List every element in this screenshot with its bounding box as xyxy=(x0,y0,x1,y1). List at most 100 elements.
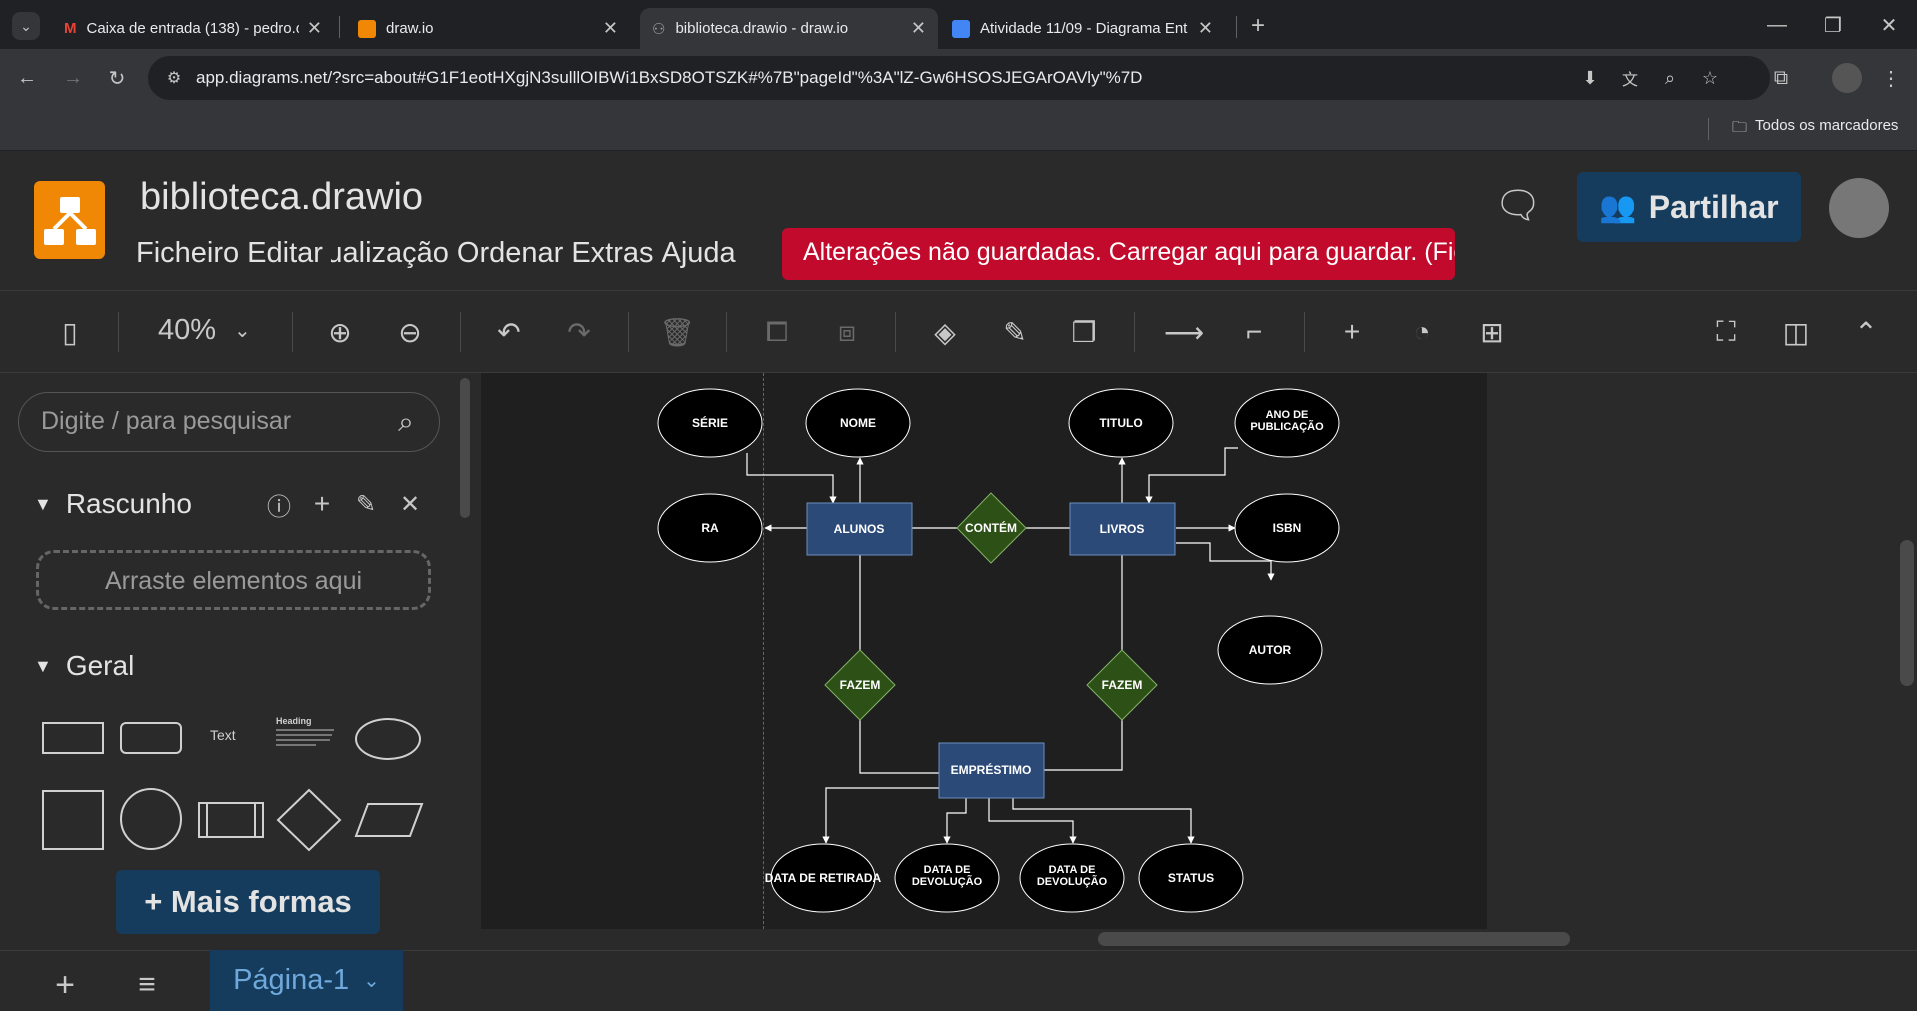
entity-emprestimo[interactable]: EMPRÉSTIMO xyxy=(938,742,1045,799)
menu-editar[interactable]: Editar xyxy=(247,237,323,270)
connection-arrow-icon[interactable]: ⟶ xyxy=(1164,312,1204,352)
add-page-icon[interactable]: + xyxy=(48,966,82,1004)
attribute-data-devolucao-2[interactable]: DATA DE DEVOLUÇÃO xyxy=(1019,843,1125,913)
attribute-ra[interactable]: RA xyxy=(657,493,763,563)
close-window-button[interactable]: ✕ xyxy=(1874,10,1904,40)
zoom-in-icon[interactable]: ⊕ xyxy=(320,312,360,352)
shape-text[interactable]: Text xyxy=(210,727,236,743)
attribute-data-devolucao-1[interactable]: DATA DE DEVOLUÇÃO xyxy=(894,843,1000,913)
all-bookmarks-button[interactable]: 🗀 Todos os marcadores xyxy=(1732,117,1898,142)
new-tab-button[interactable]: + xyxy=(1242,12,1274,40)
canvas-vertical-scrollbar[interactable] xyxy=(1900,540,1914,686)
attribute-nome[interactable]: NOME xyxy=(805,388,911,458)
back-button[interactable]: ← xyxy=(12,63,42,93)
profile-avatar[interactable] xyxy=(1832,63,1862,93)
help-icon[interactable]: ⓘ xyxy=(263,488,295,521)
tab-biblioteca[interactable]: ⚇ biblioteca.drawio - draw.io ✕ xyxy=(640,8,938,49)
reload-button[interactable]: ↻ xyxy=(102,63,132,93)
collapse-icon[interactable]: ⌃ xyxy=(1846,312,1886,352)
general-header[interactable]: ▼ Geral xyxy=(34,650,134,682)
close-icon[interactable]: ✕ xyxy=(394,488,426,520)
shape-ellipse[interactable] xyxy=(355,718,421,760)
close-icon[interactable]: ✕ xyxy=(1198,18,1213,39)
edit-icon[interactable]: ✎ xyxy=(350,488,382,520)
attribute-titulo[interactable]: TITULO xyxy=(1068,388,1174,458)
format-panel-toggle-icon[interactable]: ▯ xyxy=(50,312,90,352)
bookmark-star-icon[interactable]: ☆ xyxy=(1698,66,1722,90)
entity-livros[interactable]: LIVROS xyxy=(1069,502,1176,556)
close-icon[interactable]: ✕ xyxy=(911,18,926,39)
shadow-icon[interactable]: ❐ xyxy=(1064,312,1104,352)
shape-parallelogram[interactable] xyxy=(354,802,424,838)
canvas-horizontal-scrollbar[interactable] xyxy=(1098,932,1570,946)
tab-search-button[interactable]: ⌄ xyxy=(12,12,40,40)
entity-alunos[interactable]: ALUNOS xyxy=(806,502,913,556)
shape-search-input[interactable]: Digite / para pesquisar xyxy=(18,392,440,452)
relationship-contem[interactable]: CONTÉM xyxy=(956,492,1027,564)
menu-ordenar[interactable]: Ordenar xyxy=(457,237,563,270)
zoom-icon[interactable]: ⌕ xyxy=(1658,66,1682,90)
restore-button[interactable]: ❐ xyxy=(1818,10,1848,40)
page-tab[interactable]: Página-1 ⌄ xyxy=(210,950,403,1011)
file-name[interactable]: biblioteca.drawio xyxy=(140,176,423,219)
shape-circle[interactable] xyxy=(120,788,182,850)
user-avatar[interactable] xyxy=(1829,178,1889,238)
table-icon[interactable]: ⊞ xyxy=(1472,312,1512,352)
menu-visualizacao[interactable]: Visualização xyxy=(331,237,449,270)
search-icon[interactable]: ⌕ xyxy=(388,404,424,440)
tab-atividade[interactable]: Atividade 11/09 - Diagrama Ent ✕ xyxy=(940,8,1225,49)
menu-ajuda[interactable]: Ajuda xyxy=(662,237,736,270)
unsaved-changes-banner[interactable]: Alterações não guardadas. Carregar aqui … xyxy=(782,228,1455,280)
scratchpad-drop-zone[interactable]: Arraste elementos aqui xyxy=(36,550,431,610)
shape-square[interactable] xyxy=(42,790,104,850)
diagram-canvas[interactable]: SÉRIE NOME TITULO ANO DE PUBLICAÇÃO RA I… xyxy=(481,373,1487,929)
site-info-icon[interactable]: ⚙ xyxy=(162,66,186,90)
more-shapes-button[interactable]: + Mais formas xyxy=(116,870,380,934)
to-back-icon[interactable]: ⧈ xyxy=(827,312,867,352)
menu-extras[interactable]: Extras xyxy=(571,237,653,270)
translate-icon[interactable]: 文 xyxy=(1618,66,1642,90)
pages-menu-icon[interactable]: ≡ xyxy=(130,968,164,1002)
minimize-button[interactable]: — xyxy=(1762,10,1792,40)
shape-textbox[interactable]: Heading xyxy=(276,716,338,754)
undo-icon[interactable]: ↶ xyxy=(489,312,529,352)
share-button[interactable]: 👥 Partilhar xyxy=(1577,172,1801,242)
waypoints-icon[interactable]: ⌐ xyxy=(1234,312,1274,352)
tab-drawio[interactable]: draw.io ✕ xyxy=(346,8,630,49)
attribute-ano-publicacao[interactable]: ANO DE PUBLICAÇÃO xyxy=(1234,388,1340,458)
close-icon[interactable]: ✕ xyxy=(603,18,618,39)
menu-ficheiro[interactable]: Ficheiro xyxy=(136,237,239,270)
attribute-autor[interactable]: AUTOR xyxy=(1217,615,1323,685)
shape-process[interactable] xyxy=(198,802,264,838)
relationship-fazem-livros[interactable]: FAZEM xyxy=(1086,649,1158,721)
zoom-out-icon[interactable]: ⊖ xyxy=(390,312,430,352)
relationship-fazem-alunos[interactable]: FAZEM xyxy=(824,649,896,721)
add-icon[interactable]: + xyxy=(306,488,338,520)
fullscreen-icon[interactable]: ⛶ xyxy=(1706,312,1746,352)
line-color-icon[interactable]: ✎ xyxy=(995,312,1035,352)
attribute-isbn[interactable]: ISBN xyxy=(1234,493,1340,563)
menu-dots-icon[interactable]: ⋮ xyxy=(1876,63,1906,93)
install-icon[interactable]: ⬇ xyxy=(1578,66,1602,90)
delete-icon[interactable]: 🗑 xyxy=(657,312,697,352)
comments-icon[interactable]: 🗨 xyxy=(1494,182,1542,230)
to-front-icon[interactable]: ⧠ xyxy=(757,312,797,352)
shapes-icon[interactable]: ◔ xyxy=(1402,312,1442,352)
shape-rectangle[interactable] xyxy=(42,722,104,754)
shape-rounded-rectangle[interactable] xyxy=(120,722,182,754)
fill-color-icon[interactable]: ◈ xyxy=(925,312,965,352)
sidebar-scrollbar[interactable] xyxy=(460,378,470,518)
close-icon[interactable]: ✕ xyxy=(307,18,322,39)
forward-button[interactable]: → xyxy=(58,63,88,93)
attribute-serie[interactable]: SÉRIE xyxy=(657,388,763,458)
tab-gmail[interactable]: M Caixa de entrada (138) - pedro.o ✕ xyxy=(52,8,334,49)
attribute-data-retirada[interactable]: DATA DE RETIRADA xyxy=(765,843,882,913)
scratchpad-header[interactable]: ▼ Rascunho xyxy=(34,488,192,520)
extensions-icon[interactable]: ⧉ xyxy=(1766,63,1796,93)
attribute-status[interactable]: STATUS xyxy=(1138,843,1244,913)
shape-diamond[interactable] xyxy=(276,788,342,852)
insert-icon[interactable]: + xyxy=(1332,312,1372,352)
zoom-select[interactable]: 40% ⌄ xyxy=(158,314,251,347)
address-bar[interactable]: ⚙ app.diagrams.net/?src=about#G1F1eotHXg… xyxy=(148,56,1770,100)
format-panel-icon[interactable]: ◫ xyxy=(1776,312,1816,352)
